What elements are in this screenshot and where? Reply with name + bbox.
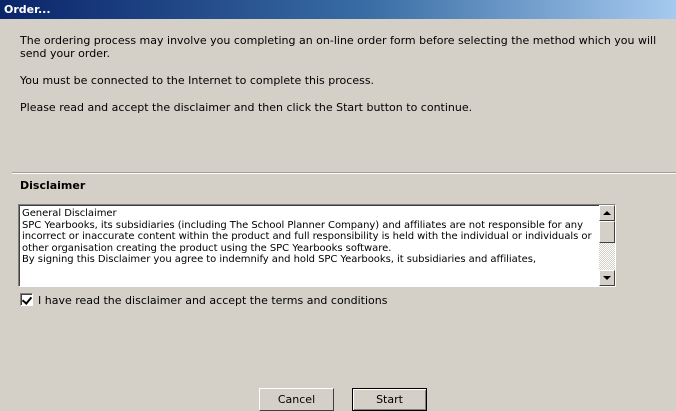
accept-terms-checkbox[interactable] (20, 293, 33, 306)
scroll-up-button[interactable] (599, 205, 615, 221)
disclaimer-textbox[interactable]: General Disclaimer SPC Yearbooks, its su… (18, 204, 616, 287)
scroll-thumb[interactable] (599, 221, 615, 243)
disclaimer-text: General Disclaimer SPC Yearbooks, its su… (22, 208, 592, 266)
accept-terms-label[interactable]: I have read the disclaimer and accept th… (38, 294, 388, 307)
checkmark-icon (21, 294, 33, 305)
window-title: Order... (4, 3, 51, 16)
arrow-up-icon (603, 211, 611, 215)
scroll-down-button[interactable] (599, 270, 615, 286)
title-bar: Order... (0, 0, 676, 19)
disclaimer-scrollbar[interactable] (599, 205, 615, 286)
arrow-down-icon (603, 276, 611, 280)
start-button[interactable]: Start (352, 388, 427, 411)
intro-paragraph-1: The ordering process may involve you com… (20, 34, 657, 60)
intro-paragraph-3: Please read and accept the disclaimer an… (20, 101, 473, 114)
intro-paragraph-2: You must be connected to the Internet to… (20, 74, 375, 87)
cancel-button[interactable]: Cancel (259, 388, 334, 411)
separator-highlight (12, 173, 676, 174)
disclaimer-heading: Disclaimer (20, 179, 86, 192)
